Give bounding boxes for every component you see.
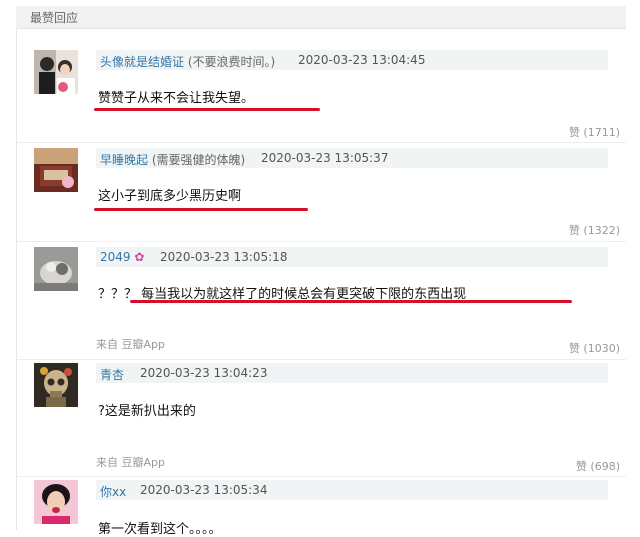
comment-meta: 2049 ✿ 2020-03-23 13:05:18 [96, 247, 608, 267]
comment-meta: 头像就是结婚证 (不要浪费时间。) 2020-03-23 13:04:45 [96, 50, 608, 70]
like-button[interactable]: 赞 (1030) [569, 340, 620, 356]
author-link[interactable]: 青杏 [100, 366, 124, 383]
comment-time: 2020-03-23 13:05:37 [261, 151, 389, 165]
red-underline-annotation [94, 108, 320, 111]
author-link[interactable]: 早睡晚起 (需要强健的体魄) [100, 151, 245, 168]
comment-text: 赞赞子从来不会让我失望。 [98, 91, 255, 106]
red-underline-annotation [130, 300, 572, 303]
comment-meta: 你xx 2020-03-23 13:05:34 [96, 480, 608, 500]
like-button[interactable]: 赞 (698) [576, 458, 620, 474]
author-signature: (不要浪费时间。) [187, 55, 276, 69]
author-link[interactable]: 头像就是结婚证 (不要浪费时间。) [100, 53, 275, 70]
author-signature: (需要强健的体魄) [151, 153, 246, 167]
avatar[interactable] [34, 480, 78, 524]
author-link[interactable]: 2049 ✿ [100, 250, 144, 264]
comment-item: 头像就是结婚证 (不要浪费时间。) 2020-03-23 13:04:45 赞赞… [16, 42, 626, 142]
section-title: 最赞回应 [30, 11, 79, 25]
avatar[interactable] [34, 247, 78, 291]
comment-item: 你xx 2020-03-23 13:05:34 第一次看到这个。。。。 [16, 476, 626, 537]
comment-meta: 青杏 2020-03-23 13:04:23 [96, 363, 608, 383]
comment-time: 2020-03-23 13:05:34 [140, 483, 268, 497]
like-button[interactable]: 赞 (1322) [569, 222, 620, 238]
red-underline-annotation [94, 208, 308, 211]
comment-time: 2020-03-23 13:05:18 [160, 250, 288, 264]
comment-time: 2020-03-23 13:04:23 [140, 366, 268, 380]
avatar[interactable] [34, 50, 78, 94]
comment-item: 2049 ✿ 2020-03-23 13:05:18 ？？？ 每当我以为就这样了… [16, 241, 626, 359]
comment-item: 青杏 2020-03-23 13:04:23 ?这是新扒出来的 来自 豆瓣App… [16, 359, 626, 476]
comment-text: ?这是新扒出来的 [98, 404, 196, 419]
source-label: 来自 豆瓣App [96, 338, 165, 351]
comment-text: 这小子到底多少黑历史啊 [98, 189, 242, 204]
flower-icon: ✿ [134, 250, 145, 264]
comment-text: 第一次看到这个。。。。 [98, 522, 222, 537]
like-button[interactable]: 赞 (1711) [569, 124, 620, 140]
source-label: 来自 豆瓣App [96, 456, 165, 469]
author-link[interactable]: 你xx [100, 483, 126, 500]
comment-time: 2020-03-23 13:04:45 [298, 53, 426, 67]
comment-meta: 早睡晚起 (需要强健的体魄) 2020-03-23 13:05:37 [96, 148, 608, 168]
avatar[interactable] [34, 148, 78, 192]
avatar[interactable] [34, 363, 78, 407]
section-header: 最赞回应 [16, 6, 626, 29]
comment-item: 早睡晚起 (需要强健的体魄) 2020-03-23 13:05:37 这小子到底… [16, 142, 626, 242]
